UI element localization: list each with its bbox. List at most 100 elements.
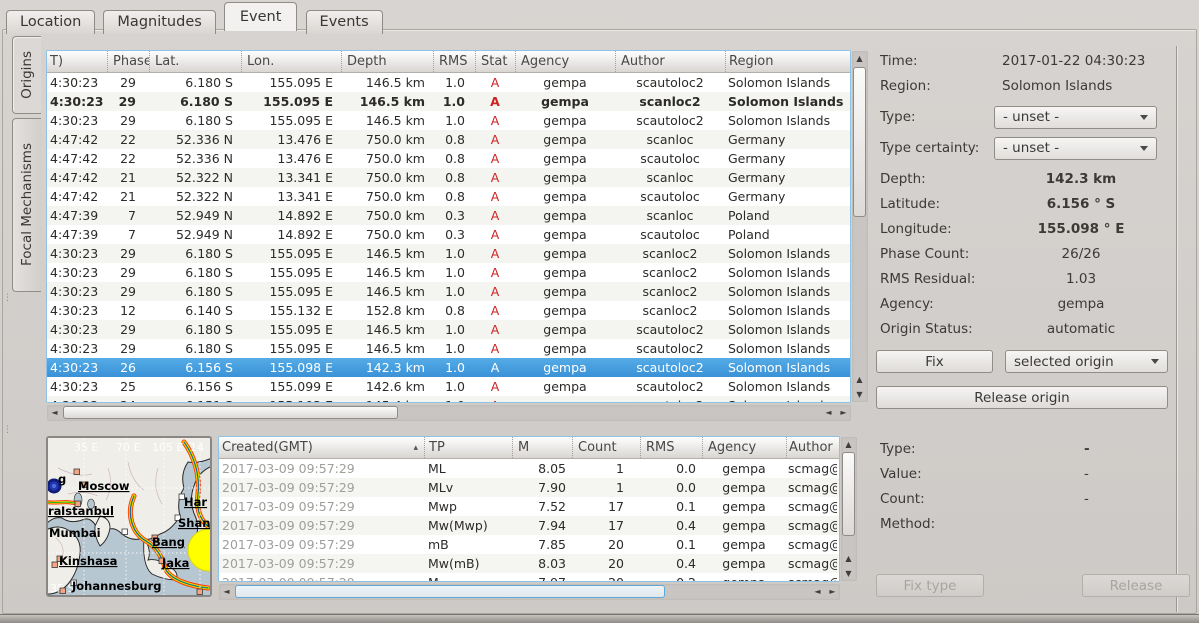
table-cell: scautoloc <box>615 149 725 168</box>
scrollbar-thumb[interactable] <box>63 406 398 419</box>
table-row[interactable]: 4:30:23296.180 S155.095 E146.5 km1.0Agem… <box>47 73 850 92</box>
magnitudes-v-scrollbar[interactable]: ▲ ▲ ▼ <box>841 437 857 581</box>
column-header-stat[interactable]: Stat <box>475 51 515 72</box>
mag-type-label: Type: <box>876 441 994 457</box>
table-cell: 7.94 <box>512 516 572 535</box>
tab-event[interactable]: Event <box>224 2 298 31</box>
table-cell: gempa <box>702 573 786 581</box>
table-row[interactable]: 2017-03-09 09:57:29Mwp7.52170.1gempascma… <box>219 497 839 516</box>
fix-type-button[interactable]: Fix type <box>876 574 984 597</box>
scrollbar-thumb[interactable] <box>842 452 855 536</box>
table-cell: 24 <box>107 396 149 402</box>
table-row[interactable]: 2017-03-09 09:57:29M7.97200.2gempascmag@ <box>219 573 839 581</box>
column-header-depth[interactable]: Depth <box>341 51 433 72</box>
side-tab-origins[interactable]: Origins <box>12 36 41 114</box>
column-header-author[interactable]: Author <box>615 51 725 72</box>
scroll-up-icon[interactable]: ▲ <box>852 51 867 66</box>
origins-v-scrollbar[interactable]: ▲ ▲ ▼ <box>852 51 868 402</box>
table-cell: A <box>475 92 515 111</box>
table-cell: 7 <box>107 225 149 244</box>
column-header-rms[interactable]: RMS <box>433 51 475 72</box>
column-header-t-[interactable]: T) <box>47 51 107 72</box>
panel-splitter[interactable] <box>1176 46 1178 612</box>
type-certainty-select[interactable]: - unset - <box>994 137 1157 160</box>
column-header-tp[interactable]: TP <box>424 437 512 458</box>
map-city-label: Shan <box>178 516 210 530</box>
column-header-agency[interactable]: Agency <box>702 437 786 458</box>
column-header-rms[interactable]: RMS <box>640 437 702 458</box>
window-bottom-edge <box>0 614 1199 623</box>
table-row[interactable]: 2017-03-09 09:57:29Mw(Mwp)7.94170.4gempa… <box>219 516 839 535</box>
scroll-right-icon[interactable]: ► <box>836 405 851 420</box>
scroll-left-icon[interactable]: ◄ <box>47 405 62 420</box>
table-row[interactable]: 4:30:23126.140 S155.132 E152.8 km0.8Agem… <box>47 301 850 320</box>
scrollbar-thumb[interactable] <box>235 585 665 598</box>
column-header-author[interactable]: Author <box>786 437 837 458</box>
table-row[interactable]: 4:47:422152.322 N13.341 E750.0 km0.8Agem… <box>47 168 850 187</box>
magnitudes-h-scrollbar[interactable]: ◄ ◄ ► <box>219 584 840 600</box>
table-cell: scanloc <box>615 130 725 149</box>
region-map-thumbnail[interactable]: 35 E70 E105 E1435 S MoscowgraIstanbulHar… <box>46 436 212 597</box>
table-cell: scanloc <box>615 168 725 187</box>
column-header-created-gmt-[interactable]: Created(GMT)▴ <box>219 437 424 458</box>
fix-target-select[interactable]: selected origin <box>1005 350 1168 373</box>
table-cell: 155.095 E <box>241 282 341 301</box>
table-row[interactable]: 4:30:23296.180 S155.095 E146.5 km1.0Agem… <box>47 244 850 263</box>
release-magnitude-button[interactable]: Release <box>1082 574 1190 597</box>
side-tab-focal-mechanisms[interactable]: Focal Mechanisms <box>12 118 41 292</box>
table-row[interactable]: 4:30:23296.180 S155.095 E146.5 km1.0Agem… <box>47 92 850 111</box>
table-row[interactable]: 4:47:39752.949 N14.892 E750.0 km0.3Agemp… <box>47 225 850 244</box>
table-cell: 146.5 km <box>341 92 433 111</box>
scroll-left-icon[interactable]: ◄ <box>821 405 836 420</box>
table-row[interactable]: 2017-03-09 09:57:29mB7.85200.1gempascmag… <box>219 535 839 554</box>
column-header-agency[interactable]: Agency <box>515 51 615 72</box>
column-header-phase[interactable]: Phase <box>107 51 149 72</box>
table-row[interactable]: 4:30:23296.180 S155.095 E146.5 km1.0Agem… <box>47 282 850 301</box>
table-cell: 2017-03-09 09:57:29 <box>219 554 424 573</box>
table-row[interactable]: 4:47:422252.336 N13.476 E750.0 km0.8Agem… <box>47 130 850 149</box>
scroll-down-icon[interactable]: ▼ <box>852 387 867 402</box>
column-header-lon-[interactable]: Lon. <box>241 51 341 72</box>
table-row[interactable]: 2017-03-09 09:57:29MLv7.9010.0gempascmag… <box>219 478 839 497</box>
table-row[interactable]: 4:47:422152.322 N13.341 E750.0 km0.8Agem… <box>47 187 850 206</box>
table-cell: 1 <box>572 478 640 497</box>
scroll-left-icon[interactable]: ◄ <box>810 584 825 599</box>
scrollbar-thumb[interactable] <box>853 67 866 217</box>
table-cell: 0.8 <box>433 130 475 149</box>
mag-count-label: Count: <box>876 491 994 507</box>
table-row[interactable]: 4:30:23296.180 S155.095 E146.5 km1.0Agem… <box>47 111 850 130</box>
table-cell: 750.0 km <box>341 187 433 206</box>
latitude-label: Latitude: <box>876 196 994 212</box>
table-row[interactable]: 4:30:23296.180 S155.095 E146.5 km1.0Agem… <box>47 320 850 339</box>
table-row[interactable]: 4:47:422252.336 N13.476 E750.0 km0.8Agem… <box>47 149 850 168</box>
column-header-region[interactable]: Region <box>725 51 850 72</box>
splitter-handle[interactable]: ⋮ <box>3 296 9 300</box>
table-row[interactable]: 2017-03-09 09:57:29ML8.0510.0gempascmag@ <box>219 459 839 478</box>
table-cell: 13.476 E <box>241 130 341 149</box>
tab-location[interactable]: Location <box>6 10 95 34</box>
table-row[interactable]: 4:30:23266.156 S155.098 E142.3 km1.0Agem… <box>47 358 850 377</box>
tab-magnitudes[interactable]: Magnitudes <box>103 10 215 34</box>
origins-h-scrollbar[interactable]: ◄ ◄ ► <box>47 405 851 421</box>
table-row[interactable]: 4:30:23246.151 S155.103 E145.4 km1.0Agem… <box>47 396 850 402</box>
table-row[interactable]: 2017-03-09 09:57:29Mw(mB)8.03200.4gempas… <box>219 554 839 573</box>
splitter-handle[interactable]: ⋮ <box>3 428 9 432</box>
scroll-up-icon[interactable]: ▲ <box>852 372 867 387</box>
scroll-right-icon[interactable]: ► <box>825 584 840 599</box>
event-type-select[interactable]: - unset - <box>994 106 1157 129</box>
tab-events[interactable]: Events <box>306 10 383 34</box>
column-header-m[interactable]: M <box>512 437 572 458</box>
table-row[interactable]: 4:30:23296.180 S155.095 E146.5 km1.0Agem… <box>47 263 850 282</box>
table-row[interactable]: 4:30:23296.180 S155.095 E146.5 km1.0Agem… <box>47 339 850 358</box>
scroll-left-icon[interactable]: ◄ <box>219 584 234 599</box>
table-cell: 6.180 S <box>149 244 241 263</box>
scroll-down-icon[interactable]: ▼ <box>841 566 856 581</box>
scroll-up-icon[interactable]: ▲ <box>841 437 856 452</box>
column-header-count[interactable]: Count <box>572 437 640 458</box>
table-row[interactable]: 4:30:23256.156 S155.099 E142.6 km1.0Agem… <box>47 377 850 396</box>
column-header-lat-[interactable]: Lat. <box>149 51 241 72</box>
scroll-up-icon[interactable]: ▲ <box>841 551 856 566</box>
fix-button[interactable]: Fix <box>876 350 993 373</box>
table-row[interactable]: 4:47:39752.949 N14.892 E750.0 km0.3Agemp… <box>47 206 850 225</box>
release-origin-button[interactable]: Release origin <box>876 386 1168 409</box>
